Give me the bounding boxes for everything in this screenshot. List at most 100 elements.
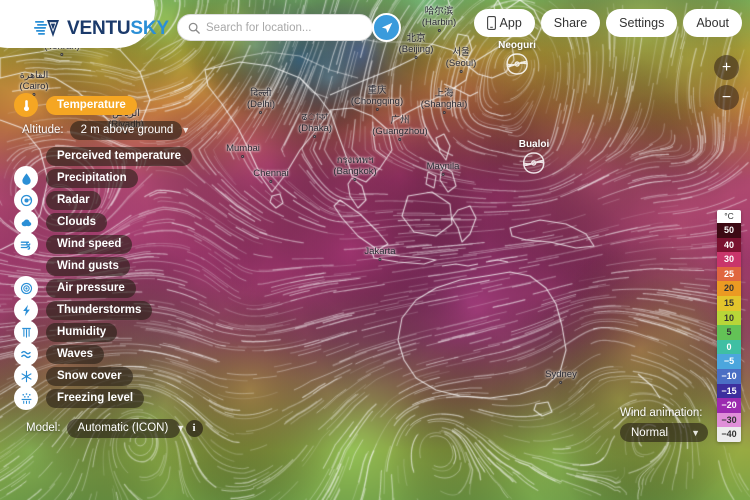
layer-row: Perceived temperature — [0, 145, 210, 167]
layer-button-freezing-level[interactable]: Freezing level — [46, 388, 145, 408]
zoom-in-label: + — [721, 58, 732, 76]
layer-label: Humidity — [57, 326, 107, 338]
nav-button-settings[interactable]: Settings — [606, 9, 678, 37]
layer-label: Waves — [57, 348, 94, 360]
pressure-gauge-icon[interactable] — [14, 276, 38, 300]
layer-button-precipitation[interactable]: Precipitation — [46, 168, 138, 188]
layer-row: Thunderstorms — [0, 298, 210, 322]
legend-stop: 20 — [717, 281, 741, 296]
map-zoom-controls: + − — [714, 55, 739, 110]
layer-row: Clouds — [0, 210, 210, 234]
layer-button-perceived-temperature[interactable]: Perceived temperature — [46, 146, 193, 166]
layer-button-humidity[interactable]: Humidity — [46, 322, 118, 342]
layer-button-radar[interactable]: Radar — [46, 190, 101, 210]
search-icon — [188, 22, 200, 34]
thermometer-icon[interactable] — [14, 93, 38, 117]
layer-label: Clouds — [57, 216, 96, 228]
model-control: Model: Automatic (ICON) ▼ i — [26, 418, 210, 438]
layer-label: Perceived temperature — [57, 150, 182, 162]
legend-stop: 5 — [717, 325, 741, 340]
chevron-down-icon: ▼ — [691, 427, 700, 438]
legend-stop: −30 — [717, 412, 741, 428]
legend-stop: 15 — [717, 295, 741, 311]
ventusky-logo[interactable]: VENTUSKY — [34, 18, 169, 40]
layer-row: Precipitation — [0, 166, 210, 190]
altitude-label: Altitude: — [22, 124, 64, 136]
wind-animation-value: Normal — [631, 426, 669, 439]
zoom-in-button[interactable]: + — [714, 55, 739, 80]
humidity-icon[interactable] — [14, 320, 38, 344]
mobile-phone-icon — [486, 16, 496, 30]
chevron-down-icon: ▼ — [181, 125, 191, 135]
bottom-timeline-bar: Play Previous Today, 2019/10/22 ▼ Change… — [0, 438, 750, 500]
layer-button-wind-gusts[interactable]: Wind gusts — [46, 256, 130, 276]
wind-icon[interactable] — [14, 232, 38, 256]
model-label: Model: — [26, 422, 61, 434]
layer-button-wind-speed[interactable]: Wind speed — [46, 234, 133, 254]
model-info-button[interactable]: i — [185, 419, 203, 437]
freezing-level-icon[interactable] — [14, 386, 38, 410]
layer-row: Radar — [0, 188, 210, 212]
header-nav-buttons: App Share Settings About — [473, 9, 742, 37]
wind-animation-control: Wind animation: Normal ▼ — [620, 407, 708, 442]
legend-stop: −5 — [717, 354, 741, 369]
layer-row: Waves — [0, 342, 210, 366]
legend-stop: −20 — [717, 398, 741, 413]
layer-label: Temperature — [57, 99, 126, 111]
nav-button-label: Share — [553, 16, 588, 30]
search-input[interactable] — [206, 21, 362, 34]
zoom-out-button[interactable]: − — [714, 85, 739, 110]
layer-row: Wind gusts — [0, 255, 210, 277]
radar-icon[interactable] — [14, 188, 38, 212]
layer-label: Radar — [57, 194, 90, 206]
layer-button-clouds[interactable]: Clouds — [46, 212, 107, 232]
layer-button-snow-cover[interactable]: Snow cover — [46, 366, 133, 386]
layer-sidebar: Temperature Altitude: 2 m above ground ▼ Per… — [0, 93, 210, 438]
legend-stop: −10 — [717, 368, 741, 384]
layer-label: Thunderstorms — [57, 304, 142, 316]
lightning-bolt-icon[interactable] — [14, 298, 38, 322]
nav-button-label: About — [696, 16, 729, 30]
model-value: Automatic (ICON) — [77, 422, 169, 434]
nav-button-label: App — [499, 16, 522, 30]
search-box[interactable] — [177, 14, 373, 41]
layer-button-waves[interactable]: Waves — [46, 344, 105, 364]
altitude-control: Altitude: 2 m above ground ▼ — [22, 120, 210, 140]
locate-me-button[interactable] — [372, 13, 401, 42]
layer-label: Wind gusts — [57, 260, 119, 272]
layer-label: Snow cover — [57, 370, 122, 382]
altitude-dropdown[interactable]: 2 m above ground ▼ — [69, 120, 190, 140]
ventusky-app: تهران(Tehran)القاهرة(Cairo)الرياض(Riyadh… — [0, 0, 750, 500]
layer-button-temperature[interactable]: Temperature — [46, 95, 137, 115]
search-container — [177, 14, 373, 41]
ventusky-logo-icon — [34, 20, 59, 37]
layer-button-air-pressure[interactable]: Air pressure — [46, 278, 136, 298]
legend-stop: 40 — [717, 237, 741, 253]
nav-button-about[interactable]: About — [683, 9, 742, 37]
layer-label: Wind speed — [57, 238, 122, 250]
legend-stop: 10 — [717, 310, 741, 326]
layer-row: Temperature — [0, 93, 210, 117]
legend-stop: 50 — [717, 223, 741, 238]
layer-row: Humidity — [0, 320, 210, 344]
legend-stop: 0 — [717, 339, 741, 355]
snowflake-icon[interactable] — [14, 364, 38, 388]
zoom-out-label: − — [721, 88, 732, 106]
layer-button-thunderstorms[interactable]: Thunderstorms — [46, 300, 153, 320]
temperature-legend: °C 50 40 30 25 20 15 10 5 0 −5 −10 −15 −20 −30 −40 — [717, 210, 741, 442]
logo-text-secondary: SKY — [130, 18, 169, 39]
nav-button-app[interactable]: App — [473, 9, 535, 37]
nav-button-label: Settings — [619, 16, 665, 30]
layer-row: Snow cover — [0, 364, 210, 388]
legend-stop: 25 — [717, 266, 741, 282]
layer-label: Precipitation — [57, 172, 127, 184]
raindrop-icon[interactable] — [14, 166, 38, 190]
chevron-down-icon: ▼ — [176, 423, 186, 433]
model-dropdown[interactable]: Automatic (ICON) ▼ — [66, 418, 185, 438]
logo-text: VENTUSKY — [67, 18, 169, 40]
legend-stop: −15 — [717, 383, 741, 399]
layer-row: Freezing level — [0, 386, 210, 410]
cloud-icon[interactable] — [14, 210, 38, 234]
nav-button-share[interactable]: Share — [540, 9, 601, 37]
waves-icon[interactable] — [14, 342, 38, 366]
